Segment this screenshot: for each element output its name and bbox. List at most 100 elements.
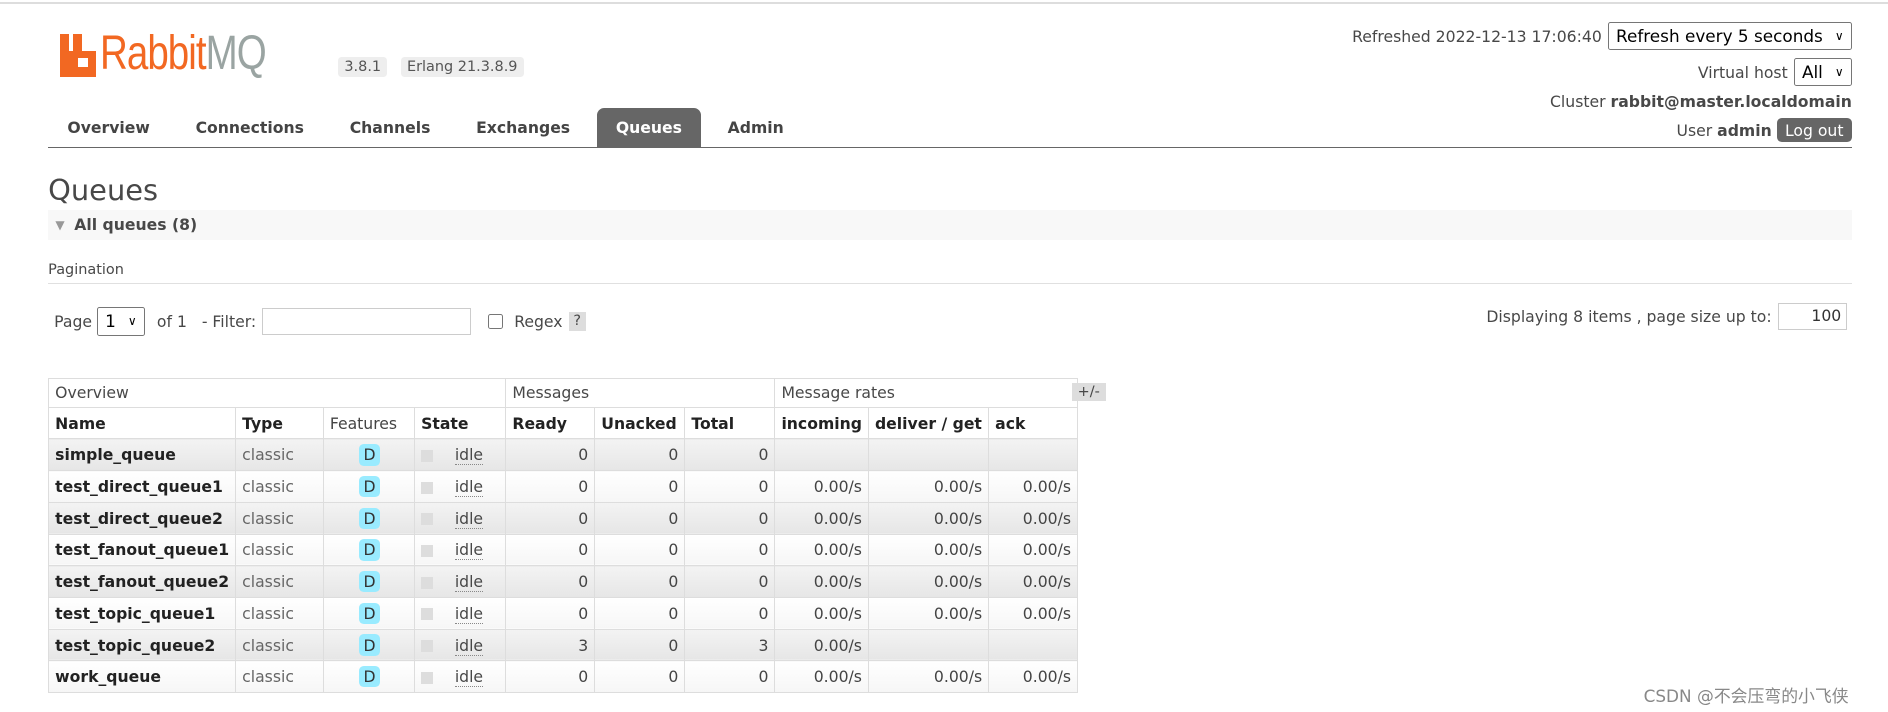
ack-rate: 0.00/s bbox=[988, 470, 1079, 503]
queue-name-link[interactable]: work_queue bbox=[48, 660, 237, 694]
unacked-count: 0 bbox=[594, 565, 686, 598]
state-text: idle bbox=[454, 572, 484, 593]
col-name[interactable]: Name bbox=[48, 406, 237, 440]
rabbitmq-logo[interactable]: RabbitMQ bbox=[60, 29, 307, 77]
incoming-rate: 0.00/s bbox=[774, 501, 869, 535]
state-cell: idle bbox=[414, 533, 507, 567]
deliver-get-rate bbox=[867, 438, 990, 472]
top-border bbox=[0, 2, 1888, 4]
features-cell: D bbox=[322, 628, 416, 662]
col-deliver-get[interactable]: deliver / get bbox=[867, 406, 990, 440]
ack-rate: 0.00/s bbox=[988, 596, 1079, 630]
tab-overview[interactable]: Overview bbox=[48, 108, 169, 147]
state-indicator-icon bbox=[421, 671, 434, 684]
queue-name-link[interactable]: test_direct_queue1 bbox=[48, 470, 237, 503]
unacked-count: 0 bbox=[594, 596, 686, 630]
queue-type: classic bbox=[235, 565, 324, 598]
erlang-version-badge: Erlang 21.3.8.9 bbox=[400, 56, 524, 78]
tab-channels[interactable]: Channels bbox=[330, 108, 449, 147]
page-select[interactable]: 1 ∨ bbox=[96, 307, 145, 336]
ack-rate: 0.00/s bbox=[988, 533, 1079, 567]
column-toggle-button[interactable]: +/- bbox=[1071, 382, 1106, 402]
refresh-interval-select[interactable]: Refresh every 5 seconds ∨ bbox=[1607, 21, 1852, 51]
group-messages: Messages bbox=[505, 378, 776, 408]
vhost-select-value: All bbox=[1801, 62, 1823, 83]
queue-name-link[interactable]: test_fanout_queue2 bbox=[48, 565, 237, 598]
queue-type: classic bbox=[235, 501, 324, 535]
queue-name-link[interactable]: test_topic_queue1 bbox=[48, 596, 237, 630]
virtual-host-select[interactable]: All ∨ bbox=[1793, 57, 1852, 87]
regex-help-button[interactable]: ? bbox=[568, 312, 586, 331]
unacked-count: 0 bbox=[594, 660, 686, 694]
deliver-get-rate: 0.00/s bbox=[867, 596, 990, 630]
unacked-count: 0 bbox=[594, 501, 686, 535]
filter-input[interactable] bbox=[262, 308, 472, 335]
cluster-label: Cluster bbox=[1550, 91, 1606, 111]
queue-name-link[interactable]: test_fanout_queue1 bbox=[48, 533, 237, 567]
watermark: CSDN @不会压弯的小飞侠 bbox=[1643, 685, 1849, 706]
regex-checkbox[interactable] bbox=[488, 313, 504, 330]
nav-divider bbox=[48, 146, 1852, 149]
version-badge: 3.8.1 bbox=[338, 56, 388, 78]
col-type[interactable]: Type bbox=[235, 406, 324, 440]
total-count: 0 bbox=[684, 565, 776, 598]
durable-badge: D bbox=[358, 444, 381, 466]
durable-badge: D bbox=[358, 666, 381, 688]
ack-rate bbox=[988, 628, 1079, 662]
table-row: test_topic_queue2 classic Didle 3 0 3 0.00/s bbox=[48, 628, 1079, 662]
table-row: test_direct_queue1 classic Didle 0 0 0 0.00/s 0… bbox=[48, 470, 1079, 503]
incoming-rate bbox=[774, 438, 869, 472]
state-cell: idle bbox=[414, 596, 507, 630]
queue-name-link[interactable]: simple_queue bbox=[48, 438, 237, 472]
queue-name-link[interactable]: test_topic_queue2 bbox=[48, 628, 237, 662]
state-indicator-icon bbox=[421, 608, 434, 621]
col-ack[interactable]: ack bbox=[988, 406, 1079, 440]
tab-admin[interactable]: Admin bbox=[708, 108, 803, 147]
table-row: work_queue classic Didle 0 0 0 0.00/s 0.00/s 0.0… bbox=[48, 660, 1079, 694]
total-count: 0 bbox=[684, 660, 776, 694]
col-incoming[interactable]: incoming bbox=[774, 406, 869, 440]
col-unacked[interactable]: Unacked bbox=[594, 406, 686, 440]
ready-count: 0 bbox=[505, 438, 596, 472]
queue-type: classic bbox=[235, 660, 324, 694]
page-size-input[interactable]: 100 bbox=[1777, 303, 1848, 330]
section-title: All queues (8) bbox=[74, 215, 198, 235]
durable-badge: D bbox=[358, 539, 381, 561]
total-count: 0 bbox=[684, 470, 776, 503]
state-cell: idle bbox=[414, 470, 507, 503]
features-cell: D bbox=[322, 501, 416, 535]
col-total[interactable]: Total bbox=[684, 406, 776, 440]
state-cell: idle bbox=[414, 565, 507, 598]
user-name: admin bbox=[1717, 120, 1772, 140]
state-cell: idle bbox=[414, 438, 507, 472]
queue-name-link[interactable]: test_direct_queue2 bbox=[48, 501, 237, 535]
incoming-rate: 0.00/s bbox=[774, 596, 869, 630]
total-count: 0 bbox=[684, 533, 776, 567]
features-cell: D bbox=[322, 470, 416, 503]
state-indicator-icon bbox=[421, 481, 434, 494]
state-indicator-icon bbox=[421, 449, 434, 462]
unacked-count: 0 bbox=[594, 470, 686, 503]
col-features: Features bbox=[322, 406, 416, 440]
tab-queues[interactable]: Queues bbox=[596, 108, 702, 147]
col-ready[interactable]: Ready bbox=[505, 406, 596, 440]
state-indicator-icon bbox=[421, 544, 434, 557]
total-count: 0 bbox=[684, 501, 776, 535]
logout-button[interactable]: Log out bbox=[1776, 118, 1852, 142]
pagination-label: Pagination bbox=[48, 262, 124, 279]
page-select-value: 1 bbox=[105, 311, 116, 332]
durable-badge: D bbox=[358, 475, 381, 498]
state-text: idle bbox=[454, 477, 484, 498]
incoming-rate: 0.00/s bbox=[774, 470, 869, 503]
tab-exchanges[interactable]: Exchanges bbox=[457, 108, 589, 147]
header-status: Refreshed 2022-12-13 17:06:40 Refresh ev… bbox=[1352, 21, 1852, 145]
deliver-get-rate: 0.00/s bbox=[867, 533, 990, 567]
vhost-label: Virtual host bbox=[1697, 62, 1788, 82]
tab-connections[interactable]: Connections bbox=[176, 108, 323, 147]
all-queues-toggle[interactable]: ▼ All queues (8) bbox=[48, 209, 1852, 240]
col-state[interactable]: State bbox=[414, 406, 507, 440]
deliver-get-rate: 0.00/s bbox=[867, 501, 990, 535]
deliver-get-rate: 0.00/s bbox=[867, 470, 990, 503]
queue-type: classic bbox=[235, 470, 324, 503]
features-cell: D bbox=[322, 533, 416, 567]
